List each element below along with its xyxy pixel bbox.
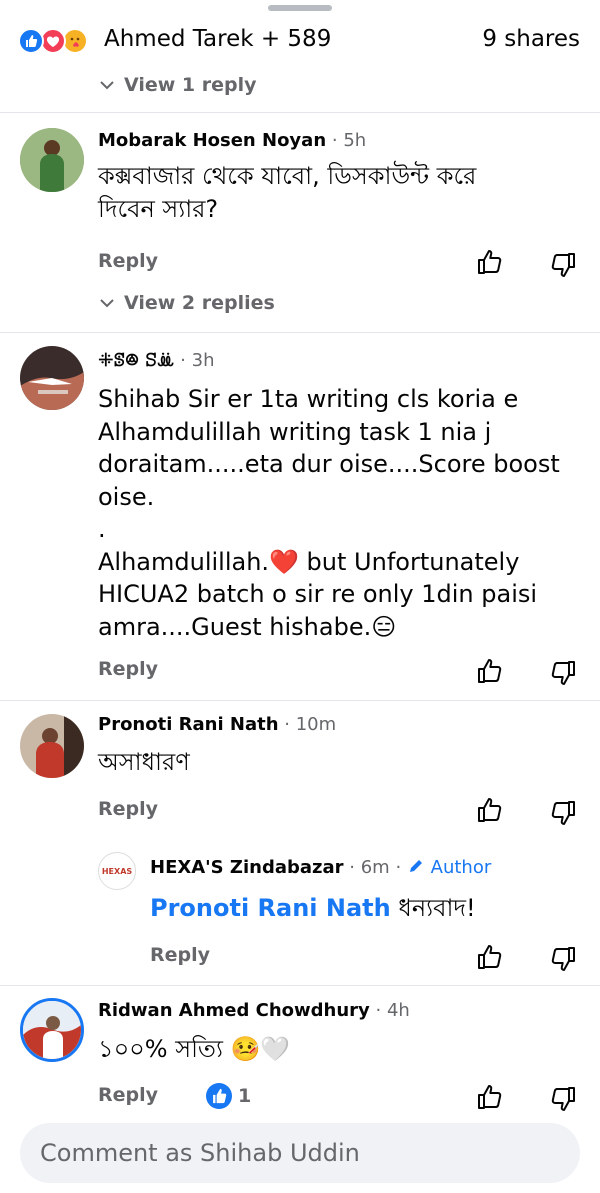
comment-composer[interactable] [20, 1123, 580, 1183]
avatar[interactable] [20, 128, 84, 192]
chevron-down-icon [100, 299, 114, 308]
thumbs-down-icon [551, 947, 575, 971]
like-button[interactable] [475, 1082, 505, 1112]
comment-time[interactable]: 5h [343, 130, 366, 151]
comment-text: অসাধারণ [98, 746, 568, 779]
page-avatar[interactable]: HEXAS [98, 852, 136, 890]
comment-author[interactable]: Mobarak Hosen Noyan [98, 130, 326, 151]
chevron-down-icon [100, 81, 114, 90]
comment-header: Pronoti Rani Nath · 10m [98, 714, 337, 735]
like-button[interactable] [475, 247, 505, 277]
comment-header: ꔰꕷꔮ ꕶꔣ · 3h [98, 350, 215, 371]
thumbs-down-icon [551, 801, 575, 825]
view-replies-link[interactable]: View 2 replies [98, 292, 275, 314]
comment-line: amra....Guest hishabe.😑 [98, 612, 397, 641]
like-count-value: 1 [238, 1085, 252, 1107]
comment-line: doraitam.....eta dur oise....Score boost [98, 450, 560, 478]
page-logo-text: HEXAS [101, 866, 133, 876]
like-icon [206, 1083, 232, 1109]
avatar[interactable] [20, 346, 84, 410]
reply-button[interactable]: Reply [98, 250, 158, 272]
comment-text: Shihab Sir er 1ta writing cls koria e Al… [98, 383, 578, 643]
reaction-icons[interactable] [18, 28, 100, 54]
comment-line: oise. [98, 482, 155, 511]
sheet-drag-handle[interactable] [268, 5, 332, 11]
thumbs-up-icon [478, 250, 502, 274]
dislike-button[interactable] [548, 944, 578, 974]
dislike-button[interactable] [548, 658, 578, 688]
like-icon [18, 28, 44, 54]
mention-link[interactable]: Pronoti Rani Nath [150, 894, 391, 922]
comment-time[interactable]: 10m [296, 714, 336, 735]
divider [0, 332, 600, 333]
author-badge: Author [430, 857, 492, 878]
comment-header: Mobarak Hosen Noyan · 5h [98, 130, 367, 151]
comment-text: ১০০% সত্যি 🤒🤍 [98, 1033, 568, 1066]
comment-line: Alhamdulillah.❤️ but Unfortunately [98, 547, 520, 576]
thumbs-down-icon [551, 253, 575, 277]
thumbs-up-icon [478, 945, 502, 969]
shares-count[interactable]: 9 shares [482, 26, 580, 52]
avatar[interactable] [20, 998, 84, 1062]
comment-line: ১০০% সত্যি 🤒🤍 [98, 1035, 291, 1063]
like-button[interactable] [475, 942, 505, 972]
reply-message: ধন্যবাদ! [398, 894, 476, 922]
comment-line: Shihab Sir er 1ta writing cls koria e [98, 385, 519, 413]
reactor-names[interactable]: Ahmed Tarek + 589 [104, 26, 331, 52]
divider [0, 985, 600, 986]
comment-line: কক্সবাজার থেকে যাবো, ডিসকাউন্ট করে [98, 162, 477, 190]
comment-header: Ridwan Ahmed Chowdhury · 4h [98, 1000, 410, 1021]
reply-button[interactable]: Reply [98, 1084, 158, 1106]
thumbs-down-icon [551, 1087, 575, 1111]
like-button[interactable] [475, 656, 505, 686]
reply-button[interactable]: Reply [98, 658, 158, 680]
comment-author[interactable]: ꔰꕷꔮ ꕶꔣ [98, 350, 174, 371]
avatar[interactable] [20, 714, 84, 778]
reply-author[interactable]: HEXA'S Zindabazar [150, 857, 344, 878]
divider [0, 112, 600, 113]
dislike-button[interactable] [548, 1084, 578, 1114]
comment-time[interactable]: 4h [387, 1000, 410, 1021]
reply-time[interactable]: 6m [361, 857, 390, 878]
comment-text: কক্সবাজার থেকে যাবো, ডিসকাউন্ট করে দিবেন… [98, 160, 568, 225]
dislike-button[interactable] [548, 250, 578, 280]
pencil-icon [409, 860, 422, 872]
comment-line: দিবেন স্যার? [98, 194, 219, 223]
thumbs-up-icon [478, 659, 502, 683]
comment-line: . [98, 515, 106, 543]
reply-button[interactable]: Reply [150, 944, 210, 966]
view-replies-label: View 2 replies [124, 292, 275, 314]
comment-author[interactable]: Ridwan Ahmed Chowdhury [98, 1000, 370, 1021]
thumbs-up-icon [478, 1085, 502, 1109]
reply-button[interactable]: Reply [98, 798, 158, 820]
comment-author[interactable]: Pronoti Rani Nath [98, 714, 279, 735]
thumbs-up-icon [478, 798, 502, 822]
thumbs-down-icon [551, 661, 575, 685]
divider [0, 700, 600, 701]
comment-line: HICUA2 batch o sir re only 1din paisi [98, 580, 538, 608]
comment-line: অসাধারণ [98, 748, 190, 776]
view-replies-label: View 1 reply [124, 74, 257, 96]
reactions-summary-bar: Ahmed Tarek + 589 9 shares [0, 22, 600, 58]
like-button[interactable] [475, 795, 505, 825]
reply-header: HEXA'S Zindabazar · 6m · Author [150, 857, 492, 878]
comment-line: Alhamdulillah writing task 1 nia j [98, 417, 492, 446]
comment-time[interactable]: 3h [192, 350, 215, 371]
comment-input[interactable] [20, 1123, 580, 1183]
reaction-count[interactable]: 1 [206, 1083, 251, 1109]
view-replies-link[interactable]: View 1 reply [98, 74, 257, 96]
reply-text: Pronoti Rani Nath ধন্যবাদ! [150, 892, 570, 925]
dislike-button[interactable] [548, 798, 578, 828]
